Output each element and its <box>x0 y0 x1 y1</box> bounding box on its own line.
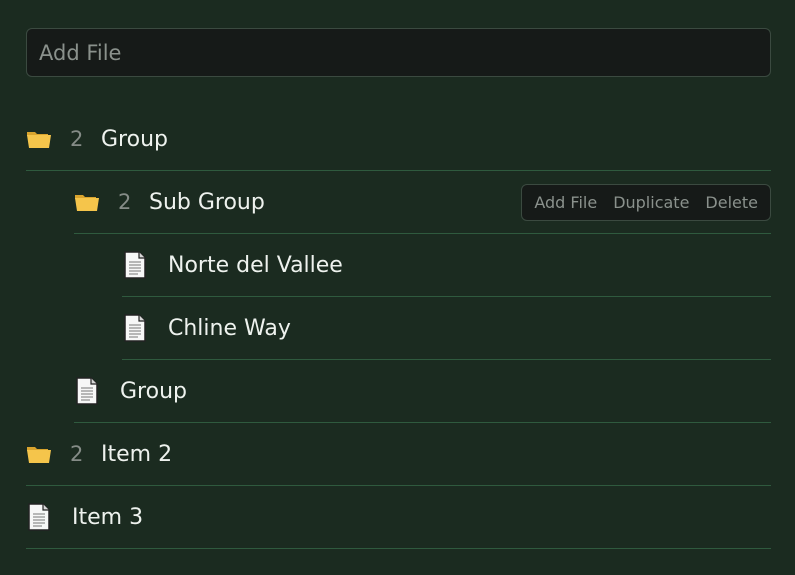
child-count: 2 <box>70 127 84 151</box>
tree-row-group-file[interactable]: Group <box>74 360 771 423</box>
tree-row-chline-way[interactable]: Chline Way <box>122 297 771 360</box>
tree-row-sub-group[interactable]: 2 Sub Group Add File Duplicate Delete <box>74 171 771 234</box>
add-file-button[interactable]: Add File <box>526 185 605 220</box>
add-file-input[interactable] <box>26 28 771 77</box>
tree-row-norte-del-vallee[interactable]: Norte del Vallee <box>122 234 771 297</box>
tree-row-group[interactable]: 2 Group <box>26 108 771 171</box>
child-count: 2 <box>70 442 84 466</box>
folder-icon <box>74 187 100 217</box>
delete-button[interactable]: Delete <box>697 185 766 220</box>
file-tree-panel: 2 Group 2 Sub Group Add File Duplicate D… <box>0 0 795 575</box>
file-icon <box>26 502 52 532</box>
tree-row-item-2[interactable]: 2 Item 2 <box>26 423 771 486</box>
file-icon <box>74 376 100 406</box>
tree-row-item-3[interactable]: Item 3 <box>26 486 771 549</box>
tree-label: Norte del Vallee <box>168 252 343 278</box>
row-actions: Add File Duplicate Delete <box>521 184 771 221</box>
file-icon <box>122 313 148 343</box>
file-icon <box>122 250 148 280</box>
folder-icon <box>26 124 52 154</box>
tree-label: Group <box>120 378 187 404</box>
folder-icon <box>26 439 52 469</box>
tree-label: Group <box>101 126 168 152</box>
duplicate-button[interactable]: Duplicate <box>605 185 697 220</box>
child-count: 2 <box>118 190 132 214</box>
tree-label: Item 3 <box>72 504 144 530</box>
tree-label: Sub Group <box>149 189 265 215</box>
tree-label: Chline Way <box>168 315 291 341</box>
tree-label: Item 2 <box>101 441 173 467</box>
